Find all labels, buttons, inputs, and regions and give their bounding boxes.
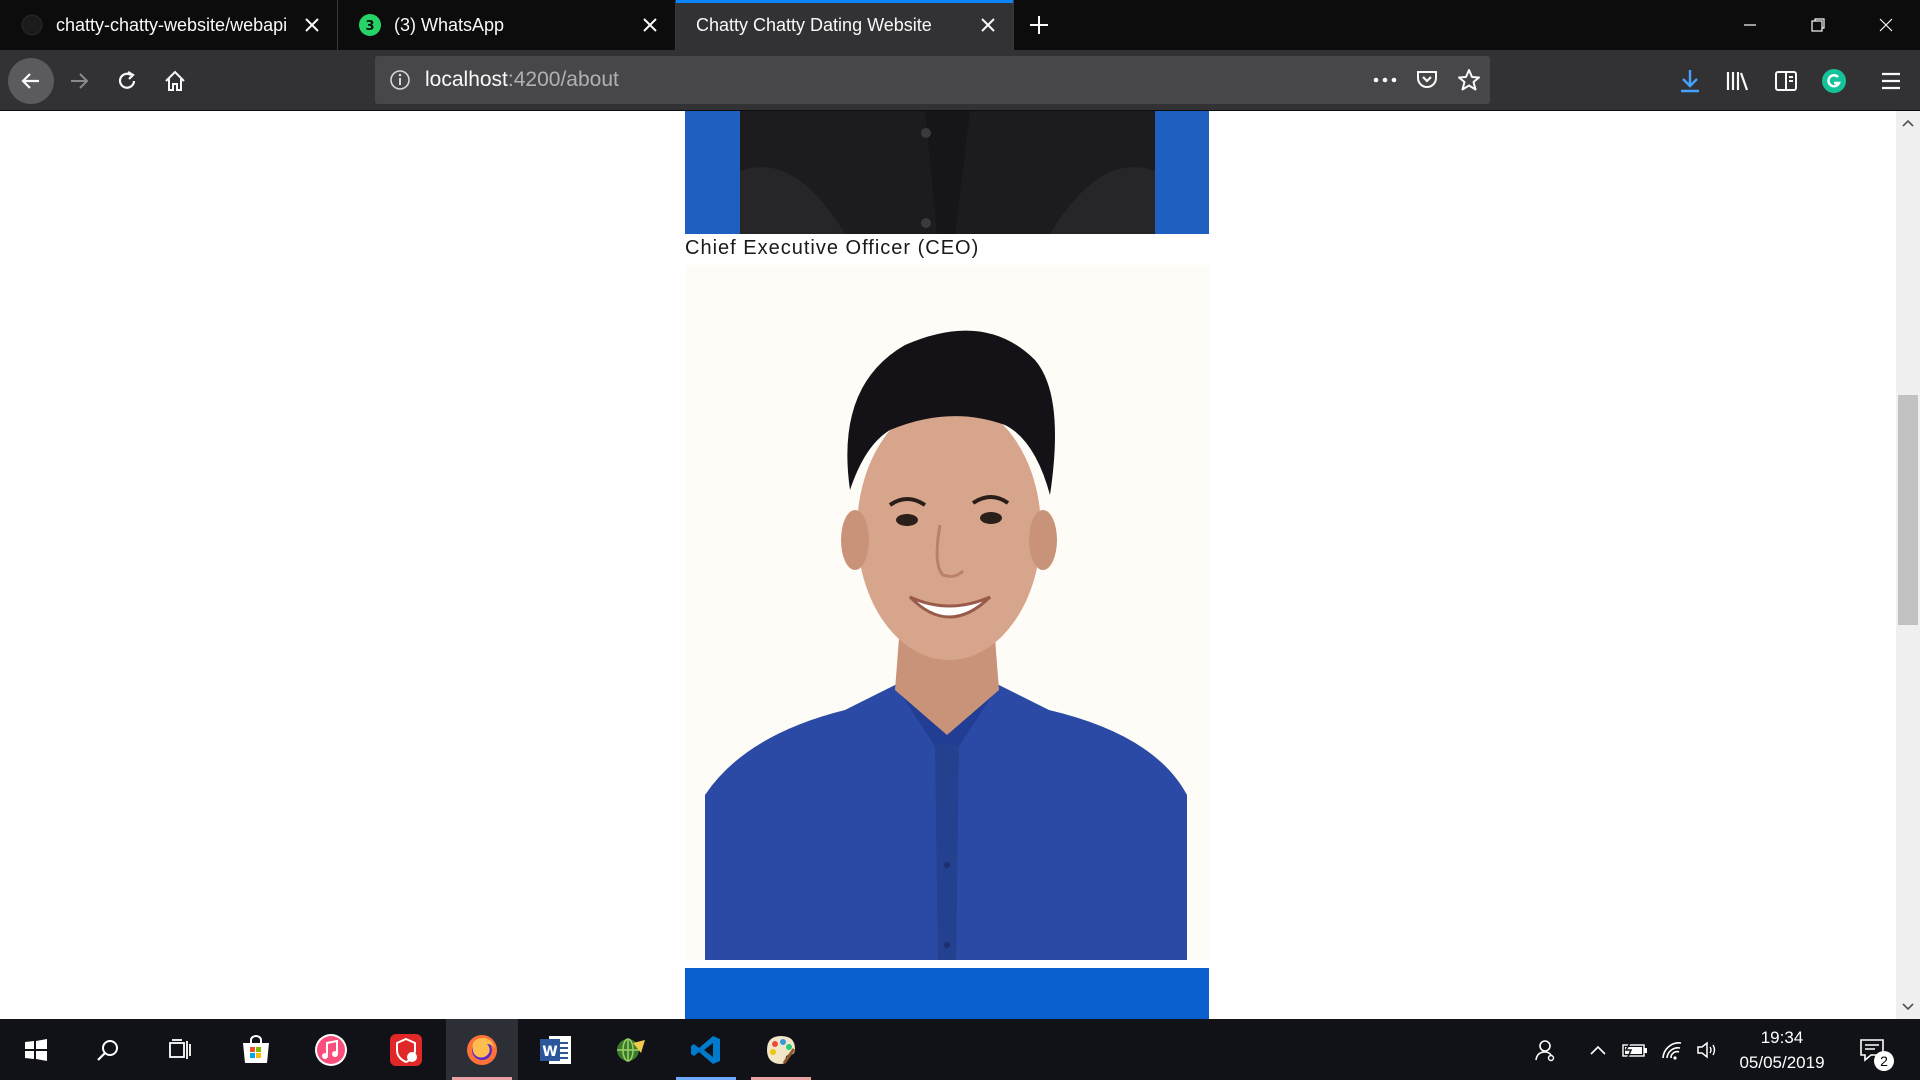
page-content: Chief Executive Officer (CEO) — [0, 111, 1896, 1019]
url-path: :4200/about — [507, 68, 619, 91]
search-icon — [97, 1039, 118, 1061]
security-app-button[interactable] — [370, 1019, 442, 1080]
notification-count-badge: 2 — [1874, 1051, 1894, 1071]
back-button[interactable] — [8, 58, 54, 104]
download-icon — [1681, 70, 1699, 93]
team-member-photo — [685, 265, 1209, 1019]
ceo-photo — [685, 111, 1209, 234]
clock-time: 19:34 — [1760, 1028, 1804, 1047]
url-actions — [1364, 56, 1490, 104]
windows-taskbar: W 19:34 05/05/2019 2 — [0, 1019, 1920, 1080]
minimize-button[interactable] — [1716, 0, 1784, 50]
url-text: localhost:4200/about — [425, 68, 619, 92]
globe-app-icon — [617, 1037, 645, 1062]
ceo-caption: Chief Executive Officer (CEO) — [685, 237, 980, 259]
task-view-icon — [169, 1038, 191, 1059]
restore-icon — [1811, 18, 1825, 32]
wifi-status[interactable] — [1658, 1019, 1688, 1080]
address-bar[interactable]: localhost:4200/about — [375, 56, 1490, 104]
url-host: localhost — [425, 68, 508, 91]
chevron-up-icon — [1590, 1045, 1606, 1055]
firefox-button[interactable] — [446, 1019, 518, 1080]
tab-chatty-chatty[interactable]: Chatty Chatty Dating Website — [676, 0, 1014, 50]
new-tab-button[interactable] — [1014, 0, 1064, 50]
tab-title: Chatty Chatty Dating Website — [696, 14, 932, 35]
arrow-right-icon — [71, 73, 89, 89]
close-icon — [1879, 18, 1893, 32]
wifi-icon — [1662, 1041, 1682, 1060]
whatsapp-badge: 3 — [365, 19, 374, 34]
menu-button[interactable] — [1868, 58, 1914, 104]
battery-icon — [1622, 1042, 1647, 1057]
hamburger-menu-icon — [1882, 72, 1900, 90]
search-button[interactable] — [72, 1019, 144, 1080]
people-icon — [1535, 1039, 1555, 1061]
system-clock[interactable]: 19:34 05/05/2019 — [1726, 1025, 1838, 1075]
forward-button[interactable] — [56, 58, 102, 104]
restore-button[interactable] — [1784, 0, 1852, 50]
task-view-button[interactable] — [144, 1019, 216, 1080]
tab-whatsapp[interactable]: 3 (3) WhatsApp — [338, 0, 676, 50]
itunes-button[interactable] — [295, 1019, 367, 1080]
volume-control[interactable] — [1692, 1019, 1722, 1080]
svg-text:W: W — [542, 1044, 557, 1060]
pocket-icon[interactable] — [1406, 56, 1448, 104]
library-icon — [1726, 72, 1749, 91]
bookmark-star-icon[interactable] — [1448, 56, 1490, 104]
vscode-icon — [691, 1035, 720, 1064]
security-shield-icon — [390, 1033, 422, 1066]
home-button[interactable] — [152, 58, 198, 104]
microsoft-store-icon — [243, 1034, 269, 1063]
arrow-left-icon — [21, 73, 39, 89]
reload-button[interactable] — [104, 58, 150, 104]
close-icon[interactable] — [973, 10, 1003, 40]
info-icon[interactable] — [375, 56, 425, 104]
github-icon — [20, 13, 44, 37]
home-icon — [165, 70, 185, 91]
page-actions-icon[interactable] — [1364, 56, 1406, 104]
sidebar-icon — [1775, 71, 1797, 91]
clock-date: 05/05/2019 — [1739, 1053, 1825, 1072]
tab-title: (3) WhatsApp — [394, 14, 505, 35]
microsoft-store-button[interactable] — [220, 1019, 292, 1080]
close-window-button[interactable] — [1852, 0, 1920, 50]
grammarly-icon — [1822, 69, 1846, 93]
navigation-toolbar: localhost:4200/about — [0, 50, 1920, 111]
vscode-button[interactable] — [670, 1019, 742, 1080]
scroll-up-icon[interactable] — [1896, 111, 1920, 135]
itunes-icon — [315, 1033, 347, 1066]
library-button[interactable] — [1715, 58, 1761, 104]
windows-start-button[interactable] — [0, 1019, 72, 1080]
close-icon[interactable] — [297, 10, 327, 40]
word-icon: W — [540, 1035, 571, 1064]
plus-icon — [1030, 16, 1048, 34]
grammarly-button[interactable] — [1811, 58, 1857, 104]
scroll-down-icon[interactable] — [1896, 995, 1920, 1019]
firefox-icon — [467, 1034, 497, 1065]
show-hidden-icons-button[interactable] — [1586, 1019, 1610, 1080]
paint-button[interactable] — [745, 1019, 817, 1080]
battery-status[interactable] — [1620, 1019, 1650, 1080]
globe-app-button[interactable] — [594, 1019, 666, 1080]
downloads-button[interactable] — [1667, 58, 1713, 104]
tab-title: chatty-chatty-website/webapi — [56, 14, 288, 35]
sidebar-button[interactable] — [1763, 58, 1809, 104]
page-scrollbar[interactable] — [1896, 111, 1920, 1019]
windows-start-icon — [25, 1038, 47, 1061]
reload-icon — [118, 71, 136, 89]
people-button[interactable] — [1522, 1019, 1566, 1080]
window-controls — [1716, 0, 1920, 50]
tab-strip: chatty-chatty-website/webapi 3 (3) Whats… — [0, 0, 1920, 50]
tab-github[interactable]: chatty-chatty-website/webapi — [0, 0, 338, 50]
paint-icon — [767, 1035, 796, 1064]
speaker-icon — [1697, 1040, 1716, 1059]
scrollbar-thumb[interactable] — [1898, 395, 1918, 625]
word-button[interactable]: W — [520, 1019, 592, 1080]
action-center-button[interactable]: 2 — [1848, 1019, 1896, 1080]
close-icon[interactable] — [635, 10, 665, 40]
whatsapp-icon: 3 — [358, 13, 382, 37]
minimize-icon — [1744, 24, 1756, 26]
